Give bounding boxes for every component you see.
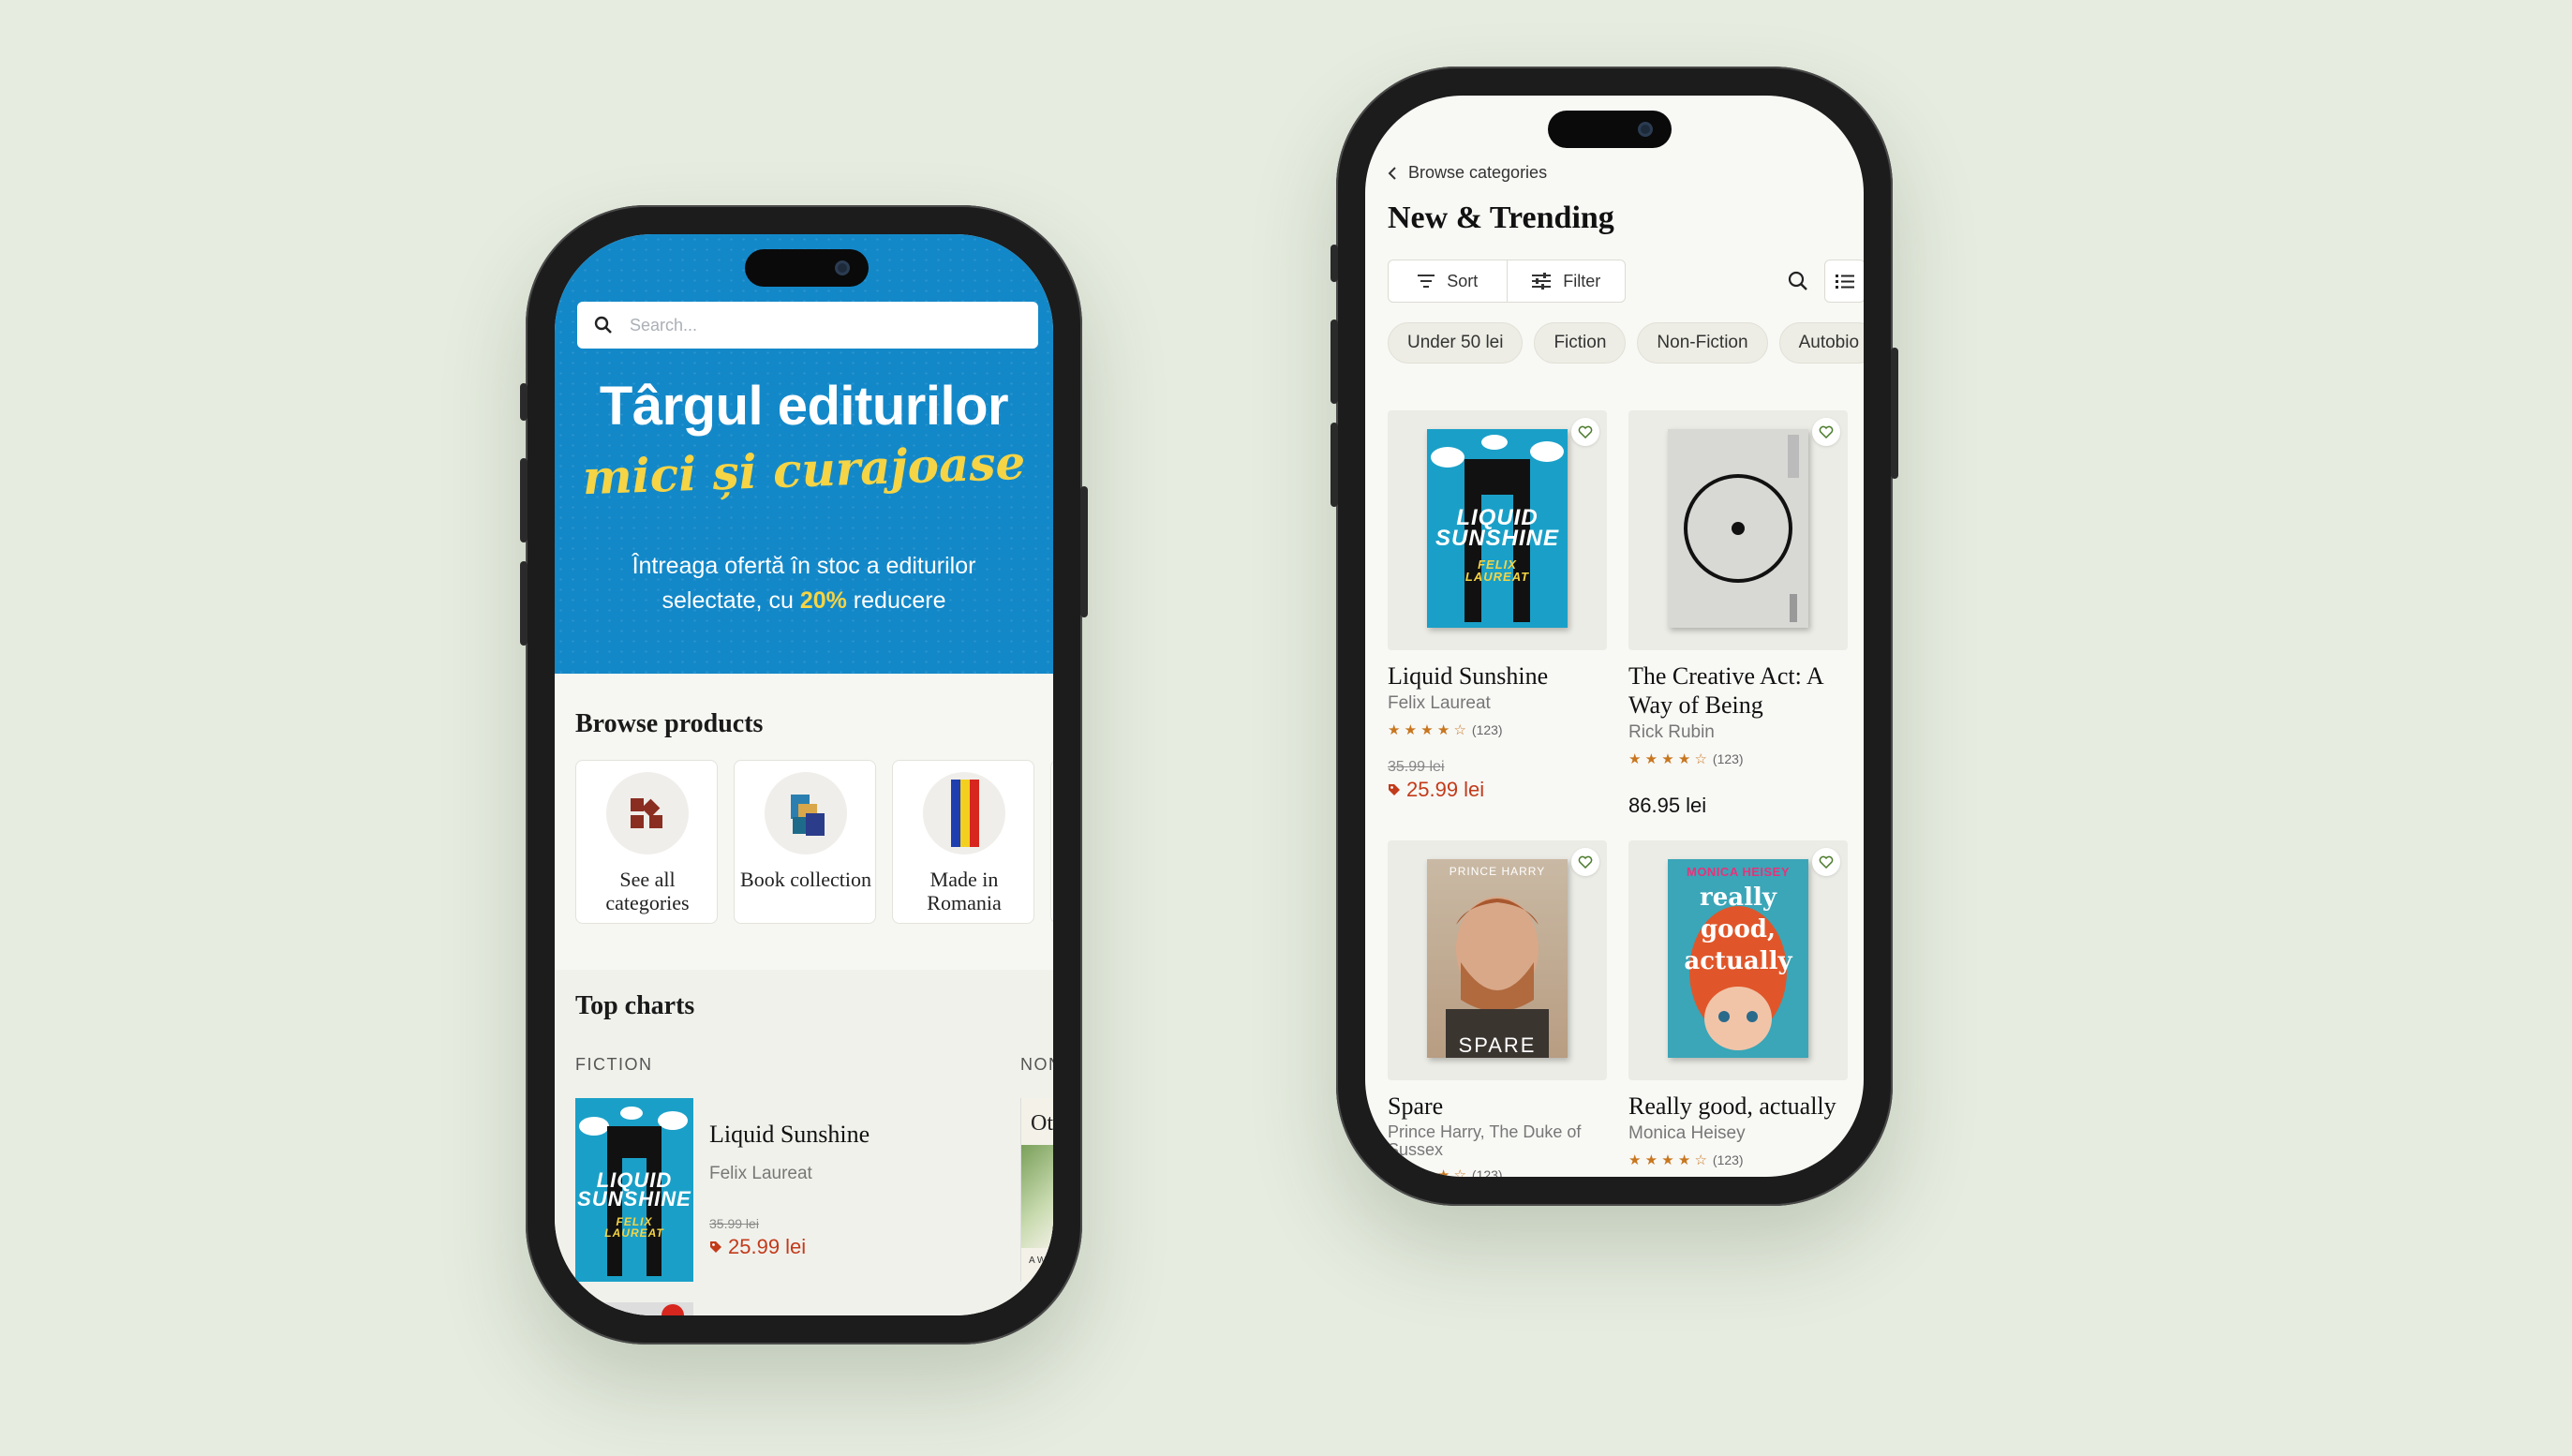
chart-item-title[interactable]: Liquid Sunshine xyxy=(709,1121,870,1149)
search-placeholder: Search... xyxy=(630,315,698,334)
fiction-column-label: FICTION xyxy=(575,1055,653,1074)
dynamic-island xyxy=(1548,111,1672,148)
category-book-collection[interactable]: Book collection xyxy=(734,760,876,924)
browse-products-heading: Browse products xyxy=(575,709,764,738)
next-book-peek xyxy=(575,1302,693,1315)
banner-title: Târgul editurilor xyxy=(599,376,1009,437)
dynamic-island xyxy=(745,249,869,287)
book-cover-really-good-actually: MONICA HEISEY really good, actually xyxy=(1668,859,1808,1058)
phone-right: Browse categories New & Trending Sort Fi… xyxy=(1331,67,1898,1206)
wishlist-heart-icon[interactable] xyxy=(1571,418,1599,446)
book-cover-peek[interactable]: Ot A Wo xyxy=(1020,1098,1053,1282)
non-fiction-column-label: NON xyxy=(1020,1055,1053,1074)
product-image: MONICA HEISEY really good, actually xyxy=(1628,840,1848,1080)
sale-price: 25.99 lei xyxy=(1388,778,1607,802)
product-price: 86.95 lei xyxy=(1628,794,1707,817)
product-title: Really good, actually xyxy=(1628,1092,1836,1120)
category-label: Book collection xyxy=(740,868,871,891)
product-card[interactable]: PRINCE HARRY SPARE Spare Prince Harry, T… xyxy=(1388,840,1607,1177)
chip-fiction[interactable]: Fiction xyxy=(1534,322,1627,364)
category-see-all[interactable]: See all categories xyxy=(575,760,718,924)
chevron-left-icon xyxy=(1388,166,1396,180)
volume-up-button xyxy=(1331,319,1338,404)
filter-chips: Under 50 lei Fiction Non-Fiction Autobio xyxy=(1388,322,1864,364)
product-image xyxy=(1628,410,1848,650)
wishlist-heart-icon[interactable] xyxy=(1571,848,1599,876)
rating-stars: ★ ★ ★ ★ ☆ (123) xyxy=(1388,722,1503,738)
product-author: Prince Harry, The Duke of Sussex xyxy=(1388,1122,1582,1159)
search-input[interactable]: Search... xyxy=(577,302,1038,349)
volume-down-button xyxy=(520,561,528,646)
chip-autobiography[interactable]: Autobio xyxy=(1778,322,1864,364)
product-image: PRINCE HARRY SPARE xyxy=(1388,840,1607,1080)
book-cover-liquid-sunshine: LIQUID SUNSHINE FELIX LAUREAT xyxy=(1427,429,1568,628)
rating-stars: ★ ★ ★ ★ ☆ (123) xyxy=(1628,751,1744,767)
sort-icon xyxy=(1418,275,1435,288)
power-button xyxy=(1080,486,1088,617)
filter-button[interactable]: Filter xyxy=(1508,260,1626,302)
mute-switch xyxy=(520,383,528,421)
product-card[interactable]: The Creative Act: A Way of Being Rick Ru… xyxy=(1628,410,1848,818)
promo-banner[interactable]: Search... Târgul editurilor mici și cura… xyxy=(555,234,1053,674)
wishlist-heart-icon[interactable] xyxy=(1812,848,1840,876)
search-button[interactable] xyxy=(1777,260,1819,303)
category-label: See all categories xyxy=(605,868,690,914)
back-label: Browse categories xyxy=(1408,163,1548,182)
volume-up-button xyxy=(520,458,528,542)
power-button xyxy=(1891,348,1898,479)
volume-down-button xyxy=(1331,423,1338,507)
grid-icon xyxy=(606,772,689,854)
price-tag-icon xyxy=(710,1241,721,1253)
product-card[interactable]: LIQUID SUNSHINE FELIX LAUREAT Liquid Sunsh… xyxy=(1388,410,1607,802)
product-author: Rick Rubin xyxy=(1628,722,1715,742)
cover-title: really good, actually xyxy=(1684,884,1792,975)
banner-description: Întreaga ofertă în stoc a editurilor sel… xyxy=(632,553,976,614)
chip-non-fiction[interactable]: Non-Fiction xyxy=(1637,322,1768,364)
old-price: 35.99 lei xyxy=(1388,759,1445,775)
screen-new-trending: Browse categories New & Trending Sort Fi… xyxy=(1365,96,1864,1177)
page-title: New & Trending xyxy=(1388,201,1614,235)
category-label: Made in Romania xyxy=(927,868,1002,914)
rating-stars: ★ ★ ★ ★ ☆ (123) xyxy=(1628,1152,1744,1168)
next-book-peek-2 xyxy=(1020,1302,1053,1315)
category-peek xyxy=(1050,760,1053,924)
product-title: Spare xyxy=(1388,1092,1444,1120)
product-title: Liquid Sunshine xyxy=(1388,662,1549,690)
filter-icon xyxy=(1532,273,1552,290)
search-icon xyxy=(1788,271,1807,290)
product-author: Monica Heisey xyxy=(1628,1123,1746,1143)
discount-highlight: 20% xyxy=(799,587,847,614)
screen-home: Search... Târgul editurilor mici și cura… xyxy=(555,234,1053,1315)
chart-item-old-price: 35.99 lei xyxy=(709,1216,759,1231)
sort-button[interactable]: Sort xyxy=(1389,260,1507,302)
back-link[interactable]: Browse categories xyxy=(1388,163,1547,183)
top-charts-heading: Top charts xyxy=(575,991,695,1020)
chart-item-author: Felix Laureat xyxy=(709,1164,812,1183)
romania-flag-icon xyxy=(923,772,1005,854)
price-tag-icon xyxy=(1389,784,1400,795)
books-icon xyxy=(765,772,847,854)
product-author: Felix Laureat xyxy=(1388,693,1491,713)
phone-left: Search... Târgul editurilor mici și cura… xyxy=(520,205,1088,1345)
book-cover-liquid-sunshine[interactable]: LIQUID SUNSHINE FELIX LAUREAT xyxy=(575,1098,693,1282)
product-image: LIQUID SUNSHINE FELIX LAUREAT xyxy=(1388,410,1607,650)
category-made-in-romania[interactable]: Made in Romania xyxy=(892,760,1034,924)
chip-under-50[interactable]: Under 50 lei xyxy=(1388,322,1524,364)
mute-switch xyxy=(1331,245,1338,282)
search-icon xyxy=(594,316,612,334)
book-cover-creative-act xyxy=(1668,429,1808,628)
book-cover-spare: PRINCE HARRY SPARE xyxy=(1427,859,1568,1058)
product-card[interactable]: MONICA HEISEY really good, actually Really… xyxy=(1628,840,1848,1168)
product-title: The Creative Act: A Way of Being xyxy=(1628,662,1823,719)
sort-filter-bar: Sort Filter xyxy=(1388,260,1626,303)
list-view-button[interactable] xyxy=(1824,260,1864,303)
list-icon xyxy=(1836,275,1854,289)
rating-stars: ★ ★ ★ ★ ☆ (123) xyxy=(1388,1167,1503,1177)
chart-item-price: 25.99 lei xyxy=(709,1235,806,1259)
wishlist-heart-icon[interactable] xyxy=(1812,418,1840,446)
